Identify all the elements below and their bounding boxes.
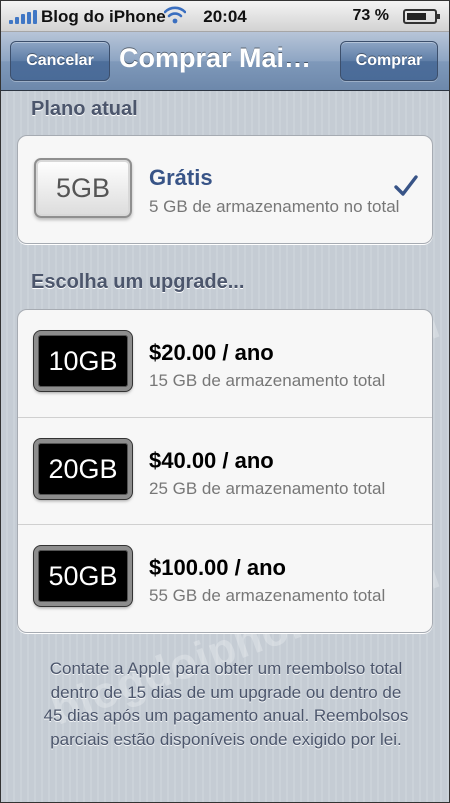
storage-50gb-icon: 50GB	[34, 546, 132, 606]
upgrade-option-50gb[interactable]: 50GB $100.00 / ano 55 GB de armazenament…	[18, 524, 432, 632]
storage-5gb-icon: 5GB	[34, 158, 132, 218]
upgrade-option-10gb[interactable]: 10GB $20.00 / ano 15 GB de armazenamento…	[18, 310, 432, 417]
option-subtitle: 25 GB de armazenamento total	[149, 479, 386, 498]
buy-button[interactable]: Comprar	[340, 41, 438, 81]
plan-subtitle: 5 GB de armazenamento no total	[149, 197, 400, 216]
status-bar: Blog do iPhone 20:04 73 %	[1, 1, 449, 32]
page-title: Comprar Mais Armazenamento	[119, 43, 324, 73]
storage-10gb-icon: 10GB	[34, 331, 132, 391]
battery-percentage: 73 %	[352, 7, 389, 24]
plan-title: Grátis	[149, 165, 213, 190]
upgrade-option-20gb[interactable]: 20GB $40.00 / ano 25 GB de armazenamento…	[18, 417, 432, 525]
storage-20gb-icon: 20GB	[34, 439, 132, 499]
refund-note: Contate a Apple para obter um reembolso …	[43, 659, 409, 749]
option-price: $40.00 / ano	[149, 448, 274, 473]
upgrade-options-group: 10GB $20.00 / ano 15 GB de armazenamento…	[17, 309, 433, 633]
screen: Blog do iPhone 20:04 73 % Cancelar Compr…	[0, 0, 450, 803]
checkmark-icon	[394, 175, 418, 196]
current-plan-row[interactable]: 5GB Grátis 5 GB de armazenamento no tota…	[18, 136, 432, 243]
upgrade-header: Escolha um upgrade...	[31, 271, 245, 293]
current-plan-group: 5GB Grátis 5 GB de armazenamento no tota…	[17, 135, 433, 244]
current-plan-header: Plano atual	[31, 98, 138, 120]
option-price: $20.00 / ano	[149, 340, 274, 365]
option-price: $100.00 / ano	[149, 555, 286, 580]
navigation-bar: Cancelar Comprar Mais Armazenamento Comp…	[1, 32, 449, 91]
option-subtitle: 55 GB de armazenamento total	[149, 586, 386, 605]
option-subtitle: 15 GB de armazenamento total	[149, 371, 386, 390]
battery-icon	[403, 9, 440, 24]
cancel-button[interactable]: Cancelar	[10, 41, 110, 81]
